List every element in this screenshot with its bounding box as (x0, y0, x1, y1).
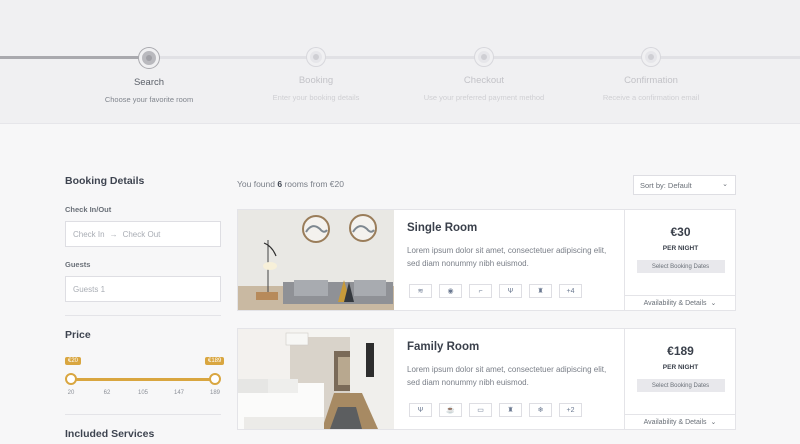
checkinout-field[interactable]: Check In → Check Out (65, 221, 221, 247)
amenities: Ψ ☕ ▭ ♜ ❄ +2 (409, 403, 582, 417)
chevron-down-icon: ⌄ (710, 300, 717, 307)
chevron-down-icon: ⌄ (722, 181, 728, 188)
guests-field[interactable]: Guests 1 (65, 276, 221, 302)
room-info: Single Room Lorem ipsum dolor sit amet, … (407, 222, 617, 270)
step-dot (307, 48, 325, 66)
room-card-single: Single Room Lorem ipsum dolor sit amet, … (237, 209, 736, 311)
bottle-icon: ♜ (529, 284, 552, 298)
price-range-rail (71, 378, 215, 381)
more-amenities-badge[interactable]: +4 (559, 284, 582, 298)
results-count-prefix: You found (237, 179, 278, 189)
price-min-handle[interactable] (65, 373, 77, 385)
step-confirmation[interactable]: Confirmation Receive a confirmation emai… (551, 48, 751, 102)
amenities: ≋ ◉ ⌐ Ψ ♜ +4 (409, 284, 582, 298)
price-max-tooltip: €189 (205, 357, 225, 365)
price-tick: 189 (209, 390, 220, 396)
eye-icon: ◉ (439, 284, 462, 298)
price-tick: 20 (67, 390, 75, 396)
step-title: Confirmation (624, 75, 678, 86)
booking-sidebar: Booking Details Check In/Out Check In → … (65, 175, 225, 440)
availability-details-toggle[interactable]: Availability & Details ⌄ (625, 414, 735, 429)
guests-label: Guests (65, 260, 91, 269)
room-description: Lorem ipsum dolor sit amet, consectetuer… (407, 365, 607, 387)
guests-value: Guests 1 (73, 284, 106, 294)
tv-icon: ▭ (469, 403, 492, 417)
bath-icon: ⌐ (469, 284, 492, 298)
checkout-placeholder: Check Out (122, 229, 161, 239)
room-info: Family Room Lorem ipsum dolor sit amet, … (407, 341, 617, 389)
availability-label: Availability & Details (643, 418, 707, 426)
room-description: Lorem ipsum dolor sit amet, consectetuer… (407, 246, 607, 268)
sidebar-title: Booking Details (65, 175, 145, 187)
divider (65, 315, 221, 316)
arrow-right-icon: → (109, 229, 118, 239)
restaurant-icon: Ψ (409, 403, 432, 417)
room-photo[interactable] (238, 210, 394, 310)
room-price: €30 (670, 225, 691, 239)
price-max-handle[interactable] (209, 373, 221, 385)
price-title: Price (65, 329, 91, 341)
select-booking-dates-button[interactable]: Select Booking Dates (636, 260, 725, 273)
results-count: You found 6 rooms from €20 (237, 179, 344, 189)
room-name[interactable]: Single Room (407, 222, 617, 234)
price-tick: 62 (103, 390, 111, 396)
availability-details-toggle[interactable]: Availability & Details ⌄ (625, 295, 735, 310)
coffee-icon: ☕ (439, 403, 462, 417)
per-night-label: PER NIGHT (662, 364, 699, 371)
select-booking-dates-button[interactable]: Select Booking Dates (636, 379, 725, 392)
bottle-icon: ♜ (499, 403, 522, 417)
price-slider[interactable]: €20 €189 20 62 105 147 189 (65, 353, 225, 401)
snowflake-icon: ❄ (529, 403, 552, 417)
step-subtitle: Receive a confirmation email (602, 93, 700, 102)
sort-select[interactable]: Sort by: Default ⌄ (633, 175, 736, 195)
restaurant-icon: Ψ (499, 284, 522, 298)
results-count-suffix: rooms from €20 (282, 179, 344, 189)
price-tick: 105 (137, 390, 148, 396)
more-amenities-badge[interactable]: +2 (559, 403, 582, 417)
room-photo[interactable] (238, 329, 394, 429)
services-title: Included Services (65, 428, 155, 440)
step-dot (475, 48, 493, 66)
wifi-icon: ≋ (409, 284, 432, 298)
price-box: €30 PER NIGHT Select Booking Dates Avail… (624, 210, 736, 310)
divider (65, 414, 221, 415)
chevron-down-icon: ⌄ (710, 419, 717, 426)
step-dot (642, 48, 660, 66)
price-min-tooltip: €20 (65, 357, 82, 365)
room-name[interactable]: Family Room (407, 341, 617, 353)
step-dot (139, 48, 159, 68)
price-box: €189 PER NIGHT Select Booking Dates Avai… (624, 329, 736, 429)
checkinout-label: Check In/Out (65, 205, 112, 214)
room-card-family: Family Room Lorem ipsum dolor sit amet, … (237, 328, 736, 430)
price-tick: 147 (173, 390, 184, 396)
availability-label: Availability & Details (643, 299, 707, 307)
per-night-label: PER NIGHT (662, 245, 699, 252)
room-price: €189 (667, 344, 694, 358)
booking-progress: Search Choose your favorite room Booking… (0, 0, 800, 124)
sort-label: Sort by: Default (640, 181, 692, 190)
checkin-placeholder: Check In (73, 229, 105, 239)
